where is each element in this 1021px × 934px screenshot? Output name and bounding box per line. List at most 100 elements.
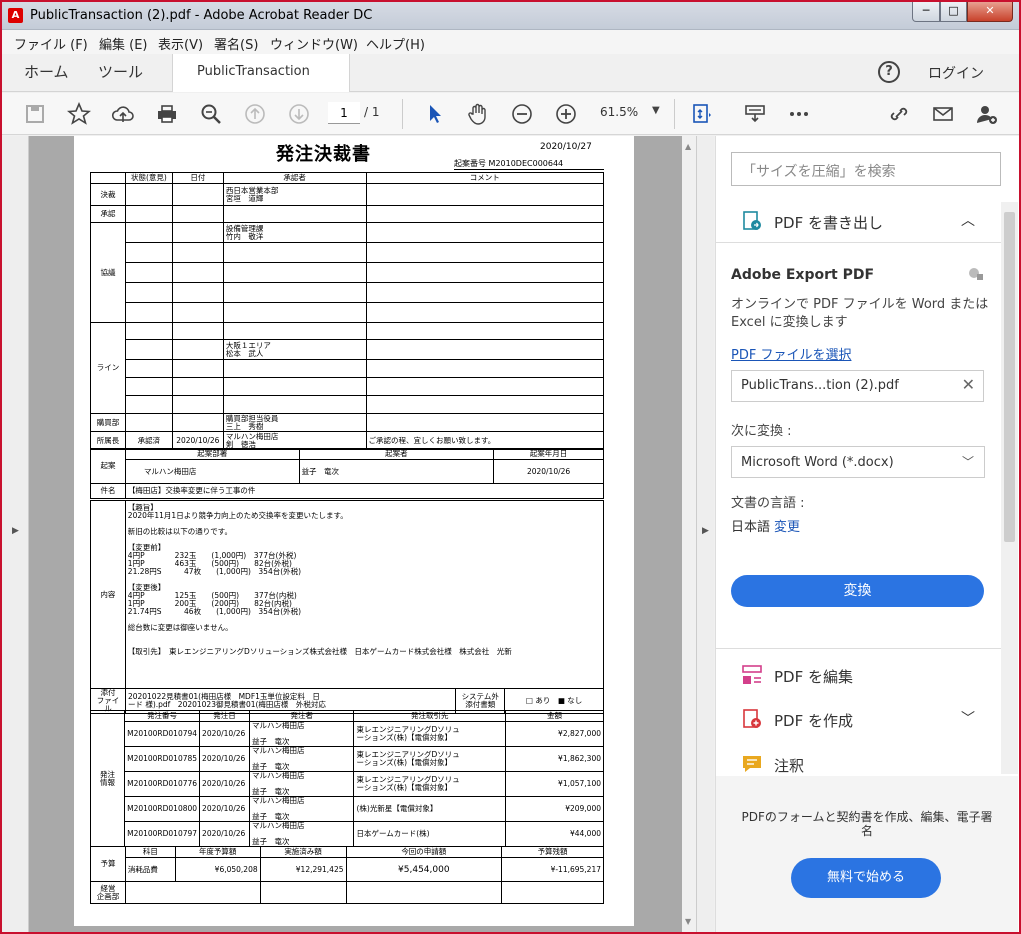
promo-text: PDFのフォームと契約書を作成、編集、電子署名 — [741, 810, 993, 838]
header-amount: 金額 — [505, 710, 604, 722]
share-link-icon[interactable] — [886, 102, 912, 126]
content-line — [128, 576, 601, 584]
row-label: 決裁 — [90, 183, 126, 206]
order-row: M20100RD010776 2020/10/26 マルハン梅田店 益子 竜次 東レエ… — [91, 771, 604, 797]
order-table: 発注 情報 発注番号 発注日 発注者 発注取引先 金額 M20100RD010794 20… — [89, 710, 604, 847]
page-number-input[interactable]: 1 — [328, 102, 360, 124]
approval-table: 状態(意見) 日付 承認者 コメント 決裁 西日本営業本部 宮垣 道輝 承認 協議 設備管… — [90, 172, 605, 450]
order-no: M20100RD010797 — [124, 821, 201, 847]
fit-page-icon[interactable] — [688, 102, 714, 126]
start-free-button[interactable]: 無料で始める — [791, 858, 941, 898]
row-label: 経営 企画部 — [90, 881, 126, 904]
title-bar: A PublicTransaction (2).pdf - Adobe Acro… — [2, 2, 1019, 30]
add-user-icon[interactable] — [974, 102, 1000, 126]
collapse-right-icon[interactable]: ▶ — [702, 526, 709, 536]
row-label: 内容 — [90, 500, 126, 689]
scroll-down-icon[interactable]: ▼ — [685, 917, 691, 926]
page-down-icon[interactable] — [286, 102, 312, 126]
order-row: M20100RD010797 2020/10/26 マルハン梅田店 益子 竜次 日本ゲ… — [91, 821, 604, 847]
page-count: / 1 — [364, 105, 380, 119]
supplier: 東レエンジニアリングDソリュ ーションズ(株)【電償対象】 — [353, 771, 507, 797]
row-label: 協議 — [90, 222, 126, 323]
tab-home[interactable]: ホーム — [24, 54, 69, 92]
more-tools-icon[interactable] — [786, 102, 812, 126]
row-label: 所属長 — [90, 431, 126, 450]
change-language-link[interactable]: 変更 — [774, 520, 800, 535]
orderer: マルハン梅田店 益子 竜次 — [248, 721, 355, 747]
zoom-in-icon[interactable] — [553, 102, 579, 126]
select-file-link[interactable]: PDF ファイルを選択 — [731, 344, 851, 363]
convert-format-value: Microsoft Word (*.docx) — [741, 455, 894, 470]
menu-edit[interactable]: 編集 (E) — [99, 34, 148, 53]
zoom-dropdown-icon[interactable]: ▼ — [652, 105, 660, 116]
expand-left-icon[interactable]: ▶ — [12, 526, 19, 536]
export-description: オンラインで PDF ファイルを Word または Excel に変換します — [731, 297, 989, 330]
bookmark-star-icon[interactable] — [66, 102, 92, 126]
scroll-up-icon[interactable]: ▲ — [685, 142, 691, 151]
export-info-icon[interactable] — [968, 266, 984, 280]
header-request: 今回の申請額 — [345, 846, 503, 858]
acrobat-app-icon: A — [8, 8, 23, 23]
print-icon[interactable] — [154, 102, 180, 126]
panel-scroll-thumb[interactable] — [1004, 212, 1015, 542]
content-body: 【趣旨】 2020年11月1日より競争力向上のため交換率を変更いたします。 新旧の比… — [124, 500, 605, 689]
order-row: M20100RD010800 2020/10/26 マルハン梅田店 益子 竜次 (株)… — [91, 796, 604, 822]
content-line: 2020年11月1日より競争力向上のため交換率を変更いたします。 — [127, 511, 348, 520]
row-label: 承認 — [90, 205, 126, 223]
select-cursor-icon[interactable] — [422, 102, 448, 126]
convert-button[interactable]: 変換 — [731, 575, 984, 607]
order-no: M20100RD010794 — [124, 721, 201, 747]
order-date: 2020/10/26 — [199, 771, 250, 797]
content-lines: 【趣旨】 2020年11月1日より競争力向上のため交換率を変更いたします。 新旧の比… — [128, 504, 601, 656]
menu-bar: ファイル (F) 編集 (E) 表示(V) 署名(S) ウィンドウ(W) ヘルプ… — [2, 30, 1019, 54]
maximize-button[interactable]: □ — [940, 2, 967, 22]
tab-document[interactable]: PublicTransaction (2)...× — [172, 54, 350, 115]
page-up-icon[interactable] — [242, 102, 268, 126]
remove-file-icon[interactable]: ✕ — [962, 375, 975, 394]
window-title: PublicTransaction (2).pdf - Adobe Acroba… — [30, 8, 373, 23]
order-no: M20100RD010785 — [124, 746, 201, 772]
left-panel-toggle[interactable]: ▶ — [2, 136, 29, 932]
menu-window[interactable]: ウィンドウ(W) — [270, 34, 358, 53]
section-divider — [716, 242, 1001, 243]
supplier: 東レエンジニアリングDソリュ ーションズ(株)【電償対象】 — [353, 721, 507, 747]
minimize-button[interactable]: ─ — [912, 2, 940, 22]
login-button[interactable]: ログイン — [928, 63, 984, 83]
collapse-chevron-icon[interactable]: ︿ — [961, 210, 975, 230]
amount: ¥1,862,300 — [505, 746, 604, 772]
right-panel-toggle[interactable]: ▶ — [696, 136, 714, 932]
search-zoom-icon[interactable] — [198, 102, 224, 126]
hand-tool-icon[interactable] — [465, 102, 491, 126]
comment-tool-icon[interactable] — [742, 102, 768, 126]
order-no: M20100RD010800 — [124, 796, 201, 822]
orderer: マルハン梅田店 益子 竜次 — [248, 796, 355, 822]
panel-scrollbar[interactable] — [1001, 202, 1018, 774]
zoom-out-icon[interactable] — [509, 102, 535, 126]
tool-search-input[interactable]: 「サイズを圧縮」を検索 — [731, 152, 1001, 186]
document-scrollbar[interactable]: ▲ ▼ — [682, 136, 696, 932]
cloud-upload-icon[interactable] — [110, 102, 136, 126]
help-icon[interactable]: ? — [878, 61, 900, 83]
orderer: マルハン梅田店 益子 竜次 — [248, 771, 355, 797]
expand-chevron-icon[interactable]: ﹀ — [961, 708, 975, 728]
promo-box: PDFのフォームと契約書を作成、編集、電子署名 無料で始める — [716, 776, 1018, 932]
menu-file[interactable]: ファイル (F) — [14, 34, 88, 53]
approver-cell: マルハン梅田店 剣 徳浩 — [222, 431, 367, 450]
approver-cell: 購買部担当役員 三上 秀樹 — [222, 413, 367, 432]
order-date: 2020/10/26 — [199, 746, 250, 772]
zoom-level[interactable]: 61.5% — [600, 105, 638, 119]
export-title: Adobe Export PDF — [731, 267, 875, 283]
supplier: (株)光新星【電償対象】 — [353, 796, 507, 822]
email-icon[interactable] — [930, 102, 956, 126]
close-window-button[interactable]: ✕ — [967, 2, 1013, 22]
menu-view[interactable]: 表示(V) — [158, 34, 203, 53]
budget-remaining: ¥-11,695,217 — [501, 857, 604, 882]
tab-tools[interactable]: ツール — [98, 54, 143, 92]
convert-format-select[interactable]: Microsoft Word (*.docx) ﹀ — [731, 446, 985, 478]
menu-sign[interactable]: 署名(S) — [214, 34, 258, 53]
menu-help[interactable]: ヘルプ(H) — [366, 34, 425, 53]
save-icon[interactable] — [22, 102, 48, 126]
status-cell: 承認済 — [124, 431, 173, 450]
header-order-date: 発注日 — [199, 710, 250, 722]
order-date: 2020/10/26 — [199, 821, 250, 847]
